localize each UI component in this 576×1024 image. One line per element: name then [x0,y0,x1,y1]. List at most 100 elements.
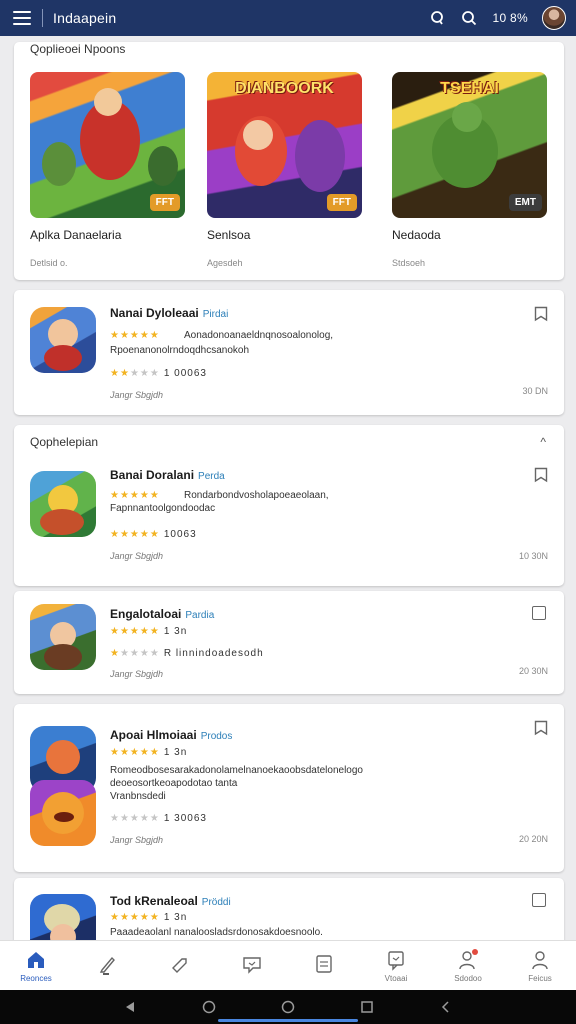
app-size: 10 30N [518,551,548,561]
app-description: deoeosortkeoapodotao tanta [110,778,238,789]
app-meta: Jangr Sbgjdh [110,669,164,679]
featured-name: Nedaoda [392,228,441,242]
app-meta: Jangr Sbgjdh [110,551,164,561]
document-icon [316,955,332,973]
chat-bubble-icon [243,957,261,974]
section-title: Qophelepian [30,435,99,449]
recents-square-icon[interactable] [360,1000,374,1014]
side-character [295,120,345,192]
back-chevron-icon[interactable] [439,1000,453,1014]
featured-subtitle: Stdsoeh [392,258,426,268]
app-card[interactable]: Nanai Dyloleaai Pirdai ★★★★★ Aonadonoanae… [14,290,564,415]
featured-header: Qoplieoei Npoons [30,42,126,56]
app-icon[interactable] [30,471,96,537]
character-body [44,644,82,670]
featured-thumbnail[interactable]: FFT [30,72,185,218]
avatar[interactable] [542,6,566,30]
rating-count: 1 00063 [163,368,207,379]
home-circle-icon[interactable] [202,1000,216,1014]
bookmark-icon[interactable] [534,306,548,322]
top-actions: 10 8% [428,6,566,30]
hero-head [94,88,122,116]
app-meta: Jangr Sbgjdh [110,835,164,845]
app-name[interactable]: Engalotaloai Pardia [110,607,214,621]
app-description: Paaadeaolanl nanaloosladsrdonosakdoesnoo… [110,927,323,938]
rating-stars: ★★★★★ 1 3n [110,626,188,637]
app-name[interactable]: Apoai Hlmoiaai Prodos [110,728,232,742]
featured-name: Senlsoa [207,228,251,242]
app-tag: Perda [198,471,225,482]
featured-item[interactable]: FFT Aplka Danaelaria Detlsid o. [30,72,185,268]
app-size: 20 20N [518,834,548,844]
nav-account[interactable]: Feicus [504,941,576,990]
rating-stars: ★★★★★ 10063 [110,529,197,540]
nav-profile-badge[interactable]: Sdodoo [432,941,504,990]
featured-name: Aplka Danaelaria [30,228,122,242]
assistant-circle-icon[interactable] [281,1000,295,1014]
app-description: R linnindoadesodh [163,648,264,659]
back-triangle-icon[interactable] [123,1000,137,1014]
character-mouth [54,812,74,822]
nav-label: Feicus [528,973,552,983]
nav-write[interactable] [72,941,144,990]
select-checkbox[interactable] [532,893,546,907]
app-tag: Pardia [185,610,215,621]
app-description: Romeodbosesarakadonolamelnanoekaoobsdate… [110,765,363,776]
nav-chat[interactable] [216,941,288,990]
title-divider [42,9,43,27]
featured-subtitle: Detlsid o. [30,258,68,268]
menu-icon[interactable] [10,6,34,30]
featured-thumbnail[interactable]: TSEHAI EMT [392,72,547,218]
app-icon-secondary[interactable] [30,780,96,846]
tag-icon [172,958,187,973]
app-name[interactable]: Banai Doralani Perda [110,468,225,482]
nav-tags[interactable] [144,941,216,990]
app-card[interactable]: Apoai Hlmoiaai Prodos ★★★★★ 1 3n Romeodbos… [14,704,564,872]
collapse-icon[interactable]: ^ [540,435,546,449]
featured-thumbnail[interactable]: DIANBOORK FFT [207,72,362,218]
refresh-search-icon[interactable] [428,9,446,27]
nav-documents[interactable] [288,941,360,990]
featured-badge: EMT [508,194,542,211]
side-character [42,142,76,186]
search-icon[interactable] [460,9,478,27]
nav-label: Reonces [20,973,52,983]
character-face [46,740,80,774]
app-section-card[interactable]: Qophelepian ^ Banai Doralani Perda ★★★★★ … [14,425,564,586]
app-meta: Jangr Sbgjdh [110,390,164,400]
app-size: 20 30N [518,666,548,676]
app-tag: Prodos [200,731,233,742]
rating-stars: ★★★★★ R linnindoadesodh [110,648,264,659]
rating-count: 10063 [163,529,197,540]
home-indicator [218,1019,358,1022]
rating-stars: ★★★★★ 1 00063 [110,368,207,379]
app-description: Rondarbondvosholapoeaeolaan, [184,490,329,501]
bookmark-icon[interactable] [534,720,548,736]
character-body [44,345,82,371]
app-description: Rpoenanonolrndoqdhcsanokoh [110,345,250,356]
app-icon[interactable] [30,307,96,373]
nav-label: Sdodoo [454,973,482,983]
nav-label: Vtoaai [384,973,408,983]
app-name[interactable]: Nanai Dyloleaai Pirdai [110,306,228,320]
nav-home[interactable]: Reonces [0,941,72,990]
nav-messages[interactable]: Vtoaai [360,941,432,990]
app-name[interactable]: Tod kRenaleoal Pröddi [110,894,231,908]
message-icon [388,950,404,971]
top-app-bar: Indaapein 10 8% [0,0,576,36]
select-checkbox[interactable] [532,606,546,620]
rating-stars: ★★★★★ 1 3n [110,747,188,758]
app-description: Fapnnantoolgondoodac [110,503,216,514]
featured-item[interactable]: TSEHAI EMT Nedaoda Stdsoeh [392,72,547,268]
character-body [40,509,84,535]
hero-head [452,102,482,132]
featured-item[interactable]: DIANBOORK FFT Senlsoa Agesdeh [207,72,362,268]
app-card[interactable]: Engalotaloai Pardia ★★★★★ 1 3n ★★★★★ R linn… [14,591,564,694]
rating-stars: ★★★★★ 1 30063 [110,813,207,824]
side-character [148,146,178,186]
rating-count: 1 3n [163,912,188,923]
bookmark-icon[interactable] [534,467,548,483]
featured-badge: FFT [326,194,357,211]
app-icon[interactable] [30,604,96,670]
bottom-navigation: Reonces Vtoaai Sdodoo Feicus [0,940,576,990]
